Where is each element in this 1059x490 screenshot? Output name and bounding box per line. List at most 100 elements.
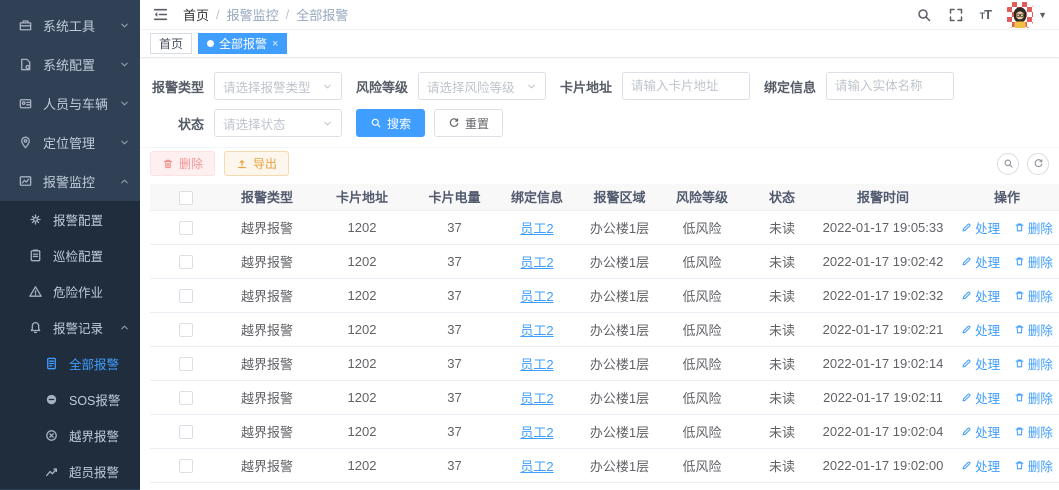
delete-action-link[interactable]: 删除 — [1014, 388, 1053, 407]
delete-action-link[interactable]: 删除 — [1014, 456, 1053, 475]
bind-entity-link[interactable]: 员工2 — [520, 357, 553, 372]
row-checkbox[interactable] — [179, 424, 193, 439]
sidebar-item-alarm-records[interactable]: 报警记录 — [0, 309, 140, 345]
cell-card-battery: 37 — [412, 210, 497, 245]
delete-action-link[interactable]: 删除 — [1014, 252, 1053, 271]
row-checkbox[interactable] — [179, 356, 193, 371]
pencil-icon — [962, 461, 971, 469]
sidebar-item-label: 全部报警 — [69, 357, 120, 372]
bind-info-input[interactable] — [835, 79, 946, 93]
sidebar-item-location-mgmt[interactable]: 定位管理 — [0, 123, 140, 162]
sidebar-item-system-config[interactable]: 系统配置 — [0, 45, 140, 84]
sidebar-item-people-vehicles[interactable]: 人员与车辆 — [0, 84, 140, 123]
bind-entity-link[interactable]: 员工2 — [520, 425, 553, 440]
reset-button[interactable]: 重置 — [434, 109, 504, 137]
delete-action-link[interactable]: 删除 — [1014, 218, 1053, 237]
breadcrumb-alarm-monitor[interactable]: 报警监控 — [227, 5, 279, 24]
main-area: 首页 / 报警监控 / 全部报警 TT ▼ 首页 全部报警 × 报警类型 请选择… — [140, 0, 1059, 490]
delete-action-label: 删除 — [1027, 425, 1053, 440]
active-dot — [207, 40, 215, 47]
breadcrumb-separator: / — [216, 7, 220, 22]
navbar-actions: TT ▼ — [916, 1, 1047, 28]
fullscreen-icon[interactable] — [948, 7, 964, 23]
search-icon[interactable] — [916, 7, 932, 23]
handle-action-link[interactable]: 处理 — [961, 388, 1000, 407]
sidebar-item-overcapacity-alarms[interactable]: 超员报警 — [0, 453, 140, 489]
toggle-search-button[interactable] — [997, 152, 1019, 175]
handle-action-label: 处理 — [975, 425, 1001, 440]
sidebar-item-sos-alarms[interactable]: SOS报警 — [0, 381, 140, 417]
handle-action-label: 处理 — [975, 357, 1001, 372]
row-checkbox[interactable] — [179, 288, 193, 303]
risk-level-select[interactable]: 请选择风险等级 — [418, 72, 547, 100]
cell-alarm-area: 办公楼1层 — [577, 244, 662, 279]
refresh-button[interactable] — [1027, 152, 1049, 175]
status-select[interactable]: 请选择状态 — [214, 109, 342, 137]
sidebar-item-all-alarms[interactable]: 全部报警 — [0, 345, 140, 381]
handle-action-link[interactable]: 处理 — [961, 218, 1000, 237]
breadcrumb-home[interactable]: 首页 — [183, 5, 209, 24]
delete-action-link[interactable]: 删除 — [1014, 354, 1053, 373]
handle-action-link[interactable]: 处理 — [961, 422, 1000, 441]
row-checkbox[interactable] — [179, 322, 193, 337]
bind-entity-link[interactable]: 员工2 — [520, 323, 553, 338]
alarm-table-wrap: 报警类型 卡片地址 卡片电量 绑定信息 报警区域 风险等级 状态 报警时间 操作… — [140, 184, 1059, 483]
handle-action-label: 处理 — [975, 289, 1001, 304]
delete-action-link[interactable]: 删除 — [1014, 286, 1053, 305]
sidebar-item-label: 越界报警 — [69, 429, 120, 444]
handle-action-link[interactable]: 处理 — [961, 354, 1000, 373]
sidebar-item-patrol-config[interactable]: 巡检配置 — [0, 237, 140, 273]
pencil-icon — [962, 257, 971, 265]
card-address-input-wrap — [622, 72, 751, 100]
cell-alarm-time: 2022-01-17 19:05:33 — [822, 210, 944, 245]
bind-entity-link[interactable]: 员工2 — [520, 221, 553, 236]
sidebar-item-alarm-monitor[interactable]: 报警监控 — [0, 162, 140, 201]
delete-action-link[interactable]: 删除 — [1014, 320, 1053, 339]
handle-action-link[interactable]: 处理 — [961, 286, 1000, 305]
col-card-battery: 卡片电量 — [412, 184, 497, 211]
sidebar-item-system-tools[interactable]: 系统工具 — [0, 6, 140, 45]
tab-home[interactable]: 首页 — [150, 33, 193, 54]
handle-action-link[interactable]: 处理 — [961, 252, 1000, 271]
user-menu[interactable]: ▼ — [1007, 1, 1047, 28]
bind-entity-link[interactable]: 员工2 — [520, 391, 553, 406]
search-icon — [1004, 159, 1013, 168]
export-button[interactable]: 导出 — [224, 151, 290, 176]
handle-action-link[interactable]: 处理 — [961, 456, 1000, 475]
delete-action-label: 删除 — [1027, 357, 1053, 372]
cell-status: 未读 — [742, 312, 822, 347]
row-checkbox[interactable] — [179, 458, 193, 473]
row-checkbox[interactable] — [179, 220, 193, 235]
cell-card-battery: 37 — [412, 312, 497, 347]
sidebar-collapse-icon[interactable] — [152, 6, 169, 23]
toolbox-icon — [18, 18, 33, 33]
cell-alarm-time: 2022-01-17 19:02:00 — [822, 448, 944, 483]
table-row: 越界报警 1202 37 员工2 办公楼1层 低风险 未读 2022-01-17… — [150, 414, 1059, 449]
handle-action-link[interactable]: 处理 — [961, 320, 1000, 339]
search-button[interactable]: 搜索 — [356, 109, 426, 137]
row-checkbox[interactable] — [179, 254, 193, 269]
delete-action-link[interactable]: 删除 — [1014, 422, 1053, 441]
close-icon[interactable]: × — [272, 38, 278, 50]
row-checkbox[interactable] — [179, 390, 193, 405]
delete-button[interactable]: 删除 — [150, 151, 216, 176]
select-all-checkbox[interactable] — [179, 190, 193, 205]
bind-entity-link[interactable]: 员工2 — [520, 255, 553, 270]
cell-card-battery: 37 — [412, 380, 497, 415]
warning-triangle-icon — [28, 284, 43, 299]
sidebar-item-crossborder-alarms[interactable]: 越界报警 — [0, 417, 140, 453]
avatar[interactable] — [1007, 1, 1034, 28]
breadcrumb: 首页 / 报警监控 / 全部报警 — [183, 5, 348, 24]
card-address-input[interactable] — [631, 79, 742, 93]
cell-alarm-type: 越界报警 — [222, 380, 312, 415]
alarm-type-select[interactable]: 请选择报警类型 — [214, 72, 342, 100]
sidebar-item-alarm-config[interactable]: 报警配置 — [0, 201, 140, 237]
chevron-up-icon — [119, 176, 130, 187]
bind-entity-link[interactable]: 员工2 — [520, 459, 553, 474]
sidebar-item-danger-work[interactable]: 危险作业 — [0, 273, 140, 309]
cell-card-address: 1202 — [312, 312, 412, 347]
bind-entity-link[interactable]: 员工2 — [520, 289, 553, 304]
font-size-icon[interactable]: TT — [980, 8, 992, 21]
tab-all-alarms[interactable]: 全部报警 × — [198, 33, 288, 54]
sidebar-item-label: 系统配置 — [43, 58, 96, 73]
